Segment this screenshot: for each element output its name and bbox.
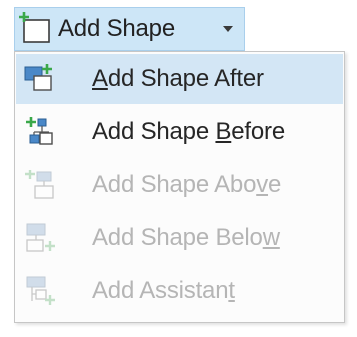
add-shape-before-icon — [22, 114, 58, 150]
menu-item-add-shape-below: Add Shape Below — [16, 213, 343, 263]
menu-item-label: Add Shape Above — [92, 171, 282, 198]
menu-item-add-shape-above: Add Shape Above — [16, 160, 343, 210]
menu-item-add-shape-after[interactable]: Add Shape After — [16, 54, 343, 104]
menu-item-label: Add Shape Before — [92, 118, 285, 145]
add-assistant-icon — [22, 273, 58, 309]
add-shape-above-icon — [22, 167, 58, 203]
add-shape-below-icon — [22, 220, 58, 256]
add-shape-icon — [18, 11, 52, 47]
add-shape-menu: Add Shape After Add Shape Before Add Sha… — [14, 51, 345, 323]
menu-item-label: Add Shape After — [92, 65, 264, 92]
menu-item-add-shape-before[interactable]: Add Shape Before — [16, 107, 343, 157]
chevron-down-icon[interactable] — [223, 26, 233, 32]
menu-item-label: Add Assistant — [92, 277, 235, 304]
menu-item-add-assistant: Add Assistant — [16, 266, 343, 316]
menu-item-label: Add Shape Below — [92, 224, 280, 251]
add-shape-label: Add Shape — [58, 15, 175, 42]
add-shape-split-button[interactable]: Add Shape — [14, 7, 245, 51]
add-shape-after-icon — [22, 61, 58, 97]
